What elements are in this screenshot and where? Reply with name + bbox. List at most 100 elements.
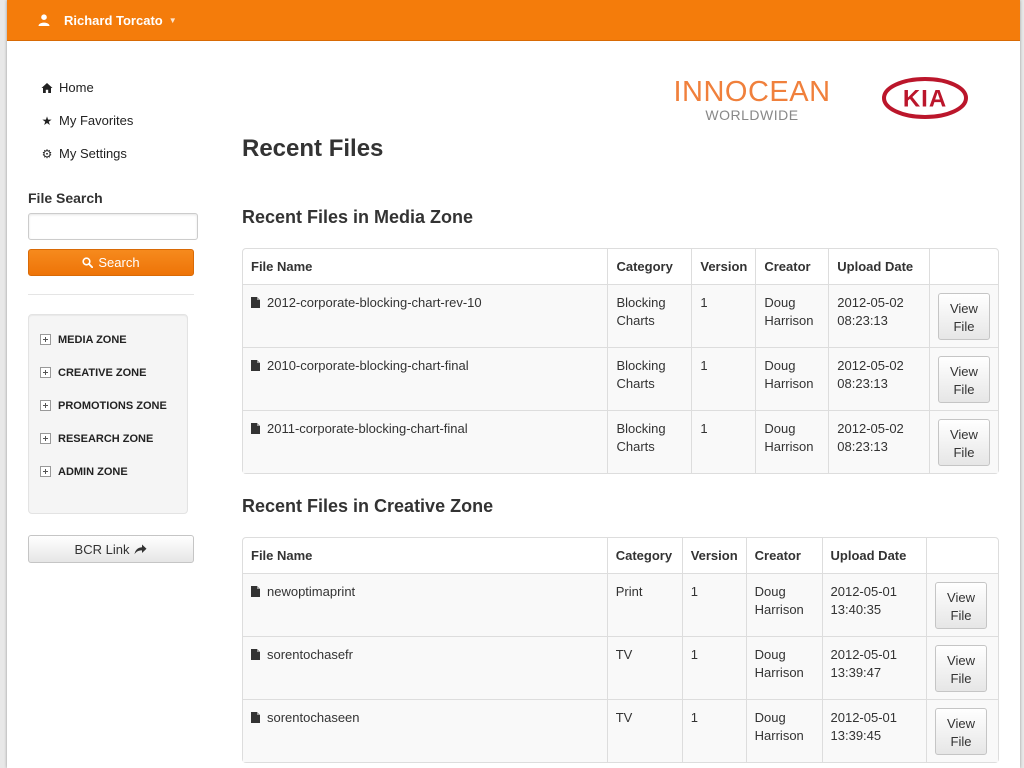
user-icon <box>38 14 50 26</box>
creator-line: Doug <box>764 421 796 436</box>
expand-icon[interactable] <box>40 466 51 477</box>
column-header <box>928 249 998 284</box>
creator-line: Harrison <box>764 376 814 391</box>
column-header: File Name <box>251 548 313 563</box>
view-file-label: File <box>950 734 972 749</box>
version-cell: 1 <box>691 284 756 347</box>
creator-cell: Doug Harrison <box>745 699 822 762</box>
category-cell: Print <box>606 573 682 636</box>
upload-date-cell: 2012-05-01 13:39:47 <box>821 636 926 699</box>
column-header: Creator <box>745 538 822 573</box>
file-icon <box>251 297 260 308</box>
action-cell: View File <box>928 410 998 473</box>
zone-item-promotions[interactable]: PROMOTIONS ZONE <box>29 389 187 422</box>
zone-item-research[interactable]: RESEARCH ZONE <box>29 422 187 455</box>
upload-date-cell: 2012-05-01 13:40:35 <box>821 573 926 636</box>
expand-icon[interactable] <box>40 433 51 444</box>
file-icon <box>251 586 260 597</box>
view-file-button[interactable]: View File <box>937 419 990 466</box>
expand-icon[interactable] <box>40 334 51 345</box>
view-file-label: View <box>947 716 975 731</box>
user-menu-dropdown[interactable]: Richard Torcato ▼ <box>38 13 177 28</box>
version-cell: 1 <box>681 573 746 636</box>
search-button[interactable]: Search <box>28 249 194 276</box>
table-header-row: File Name Category Version Creator Uploa… <box>243 538 998 573</box>
action-cell: View File <box>928 284 998 347</box>
sidebar-item-label: Home <box>59 80 94 95</box>
category-line: Charts <box>616 439 655 454</box>
creator-line: Doug <box>754 584 786 599</box>
file-search-input[interactable] <box>28 213 198 240</box>
sidebar-nav: Home ★ My Favorites ⚙ My Settings <box>28 71 194 170</box>
home-icon <box>41 82 53 93</box>
view-file-label: File <box>950 608 972 623</box>
upload-date: 2012-05-01 <box>830 710 898 725</box>
sidebar-item-settings[interactable]: ⚙ My Settings <box>28 137 194 170</box>
file-name-cell: 2010-corporate-blocking-chart-final <box>243 347 608 410</box>
creator-line: Doug <box>764 358 796 373</box>
column-header: Creator <box>755 249 828 284</box>
upload-time: 08:23:13 <box>837 313 888 328</box>
file-name-cell: sorentochasefr <box>243 636 607 699</box>
view-file-button[interactable]: View File <box>935 708 987 755</box>
upload-time: 13:39:45 <box>830 728 882 743</box>
zone-label: PROMOTIONS ZONE <box>58 399 167 412</box>
star-icon: ★ <box>41 113 53 128</box>
file-name-cell: sorentochaseen <box>243 699 607 762</box>
category-cell: TV <box>606 699 682 762</box>
file-name: 2011-corporate-blocking-chart-final <box>267 421 468 436</box>
sidebar-item-label: My Settings <box>59 146 127 161</box>
user-name: Richard Torcato <box>64 12 163 28</box>
file-name-cell: newoptimaprint <box>243 573 607 636</box>
file-name: newoptimaprint <box>267 584 356 599</box>
upload-date: 2012-05-02 <box>837 421 904 436</box>
zone-label: CREATIVE ZONE <box>58 366 147 379</box>
category-cell: Blocking Charts <box>607 347 692 410</box>
sidebar-item-favorites[interactable]: ★ My Favorites <box>28 104 194 137</box>
app-window: Richard Torcato ▼ Home ★ My Favorites ⚙ … <box>7 0 1020 768</box>
share-arrow-icon <box>134 544 147 554</box>
creator-cell: Doug Harrison <box>755 410 829 473</box>
expand-icon[interactable] <box>40 367 51 378</box>
file-name-cell: 2011-corporate-blocking-chart-final <box>243 410 608 473</box>
column-header: Category <box>607 249 691 284</box>
creator-line: Doug <box>754 647 786 662</box>
view-file-button[interactable]: View File <box>937 356 990 403</box>
creative-zone-files-table: File Name Category Version Creator Uploa… <box>242 537 999 763</box>
zone-item-media[interactable]: MEDIA ZONE <box>29 323 187 356</box>
zone-item-creative[interactable]: CREATIVE ZONE <box>29 356 187 389</box>
gear-icon: ⚙ <box>41 146 53 161</box>
file-icon <box>251 649 260 660</box>
creator-cell: Doug Harrison <box>745 636 822 699</box>
creator-line: Doug <box>764 295 796 310</box>
category-line: Charts <box>616 313 655 328</box>
table-row: newoptimaprint Print 1 Doug Harrison 2012… <box>243 573 998 636</box>
bcr-link-button[interactable]: BCR Link <box>28 535 194 563</box>
zone-item-admin[interactable]: ADMIN ZONE <box>29 455 187 488</box>
view-file-label: File <box>953 319 975 334</box>
view-file-button[interactable]: View File <box>935 582 987 629</box>
category-cell: TV <box>606 636 682 699</box>
main-content: Recent Files Recent Files in Media Zone … <box>242 41 999 763</box>
view-file-label: View <box>949 301 978 316</box>
category-line: Blocking <box>616 358 666 373</box>
upload-date: 2012-05-01 <box>830 584 898 599</box>
sidebar-item-home[interactable]: Home <box>28 71 194 104</box>
table-row: 2012-corporate-blocking-chart-rev-10 Blo… <box>243 284 998 347</box>
version-cell: 1 <box>691 410 756 473</box>
file-name: 2010-corporate-blocking-chart-final <box>267 358 469 373</box>
top-navbar: Richard Torcato ▼ <box>7 0 1020 41</box>
upload-date-cell: 2012-05-02 08:23:13 <box>828 284 929 347</box>
category-line: Blocking <box>616 421 666 436</box>
page-title: Recent Files <box>242 135 384 162</box>
bcr-link-label: BCR Link <box>74 541 130 557</box>
chevron-down-icon: ▼ <box>168 15 177 25</box>
file-icon <box>251 360 260 371</box>
search-icon <box>82 257 94 268</box>
upload-time: 08:23:13 <box>837 439 888 454</box>
view-file-button[interactable]: View File <box>937 293 990 340</box>
creator-line: Harrison <box>764 439 814 454</box>
zone-label: RESEARCH ZONE <box>58 432 154 445</box>
expand-icon[interactable] <box>40 400 51 411</box>
view-file-button[interactable]: View File <box>935 645 987 692</box>
